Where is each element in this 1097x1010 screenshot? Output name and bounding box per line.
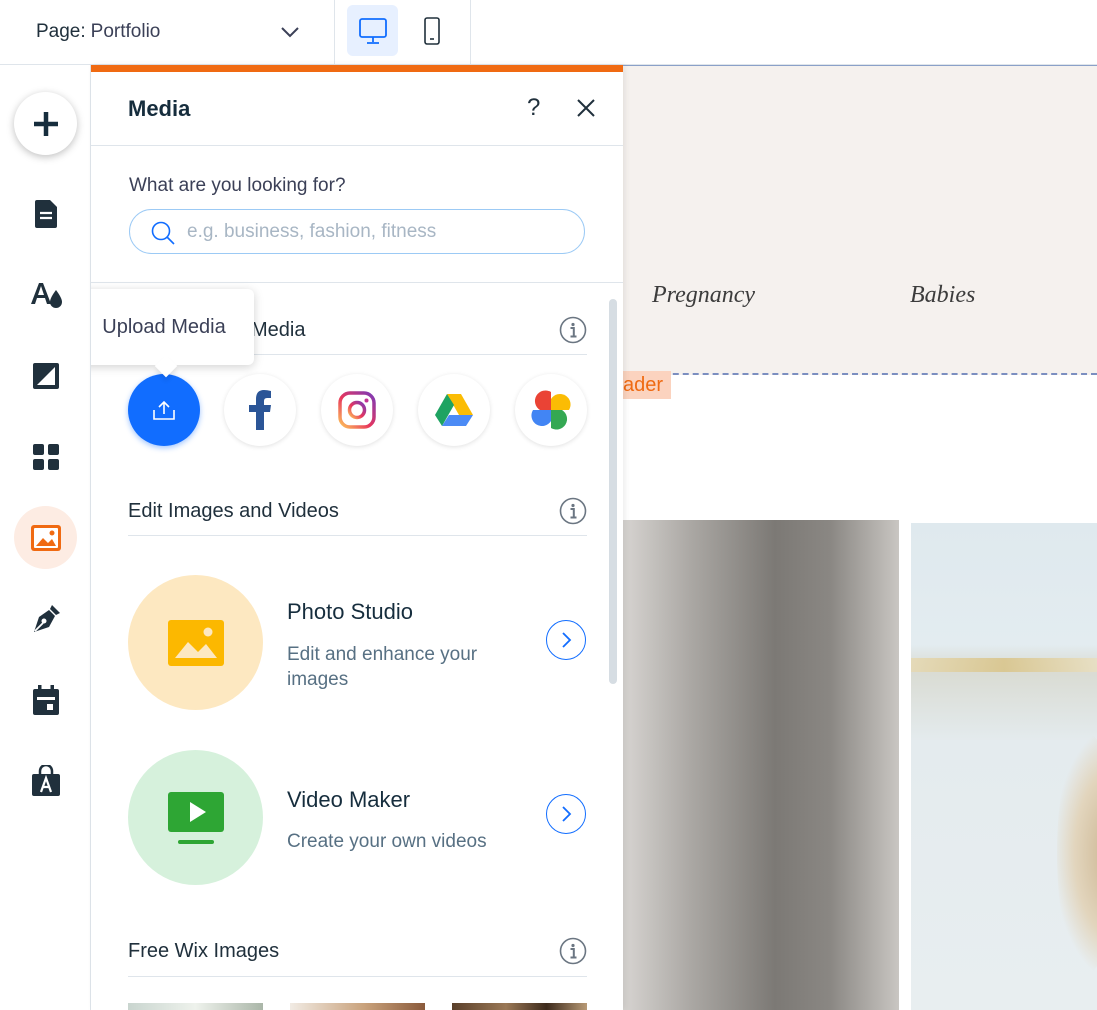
mobile-view-button[interactable] (406, 5, 457, 56)
device-switcher (335, 0, 471, 64)
header-section-tag[interactable]: ader (623, 371, 672, 399)
photo-studio-open-button[interactable] (546, 620, 586, 660)
desktop-icon (358, 17, 387, 44)
page-selector-prefix: Page: (36, 21, 86, 42)
video-maker-open-button[interactable] (546, 794, 586, 834)
photo-studio-title[interactable]: Photo Studio (287, 599, 413, 625)
free-image-thumb[interactable] (128, 1003, 263, 1010)
video-maker-icon (167, 791, 224, 844)
info-icon[interactable] (559, 497, 587, 525)
site-canvas[interactable]: Pregnancy Babies ader (623, 65, 1097, 1010)
chevron-right-icon (562, 806, 572, 822)
info-icon[interactable] (559, 937, 587, 965)
nav-link-babies[interactable]: Babies (910, 282, 975, 309)
free-images-section-title: Free Wix Images (128, 940, 280, 962)
apps-icon (32, 443, 59, 470)
google-photos-icon (531, 390, 571, 430)
upload-icon (153, 400, 175, 420)
bookings-button[interactable] (14, 668, 77, 731)
upload-media-button[interactable] (128, 374, 200, 446)
gallery-image[interactable] (623, 520, 899, 1010)
bookings-icon (32, 684, 59, 715)
photo-studio-desc: Edit and enhance your images (287, 644, 478, 690)
help-icon[interactable]: ? (527, 94, 540, 122)
chevron-right-icon (562, 632, 572, 648)
edit-section-title: Edit Images and Videos (128, 500, 339, 522)
media-panel: Media ? What are you looking for? Media … (91, 65, 623, 1010)
top-bar: Page: Portfolio (0, 0, 1097, 65)
page-selector-name: Portfolio (90, 21, 161, 42)
video-maker-title[interactable]: Video Maker (287, 787, 410, 813)
panel-header: Media ? (91, 72, 623, 146)
upload-section-title: Media (251, 319, 306, 341)
photo-studio-icon (167, 619, 224, 666)
media-icon (30, 524, 61, 551)
search-icon (151, 221, 175, 245)
divider (91, 282, 623, 283)
media-button[interactable] (14, 506, 77, 569)
upload-media-tooltip: Upload Media (91, 289, 254, 365)
info-icon[interactable] (559, 316, 587, 344)
search-label: What are you looking for? (129, 175, 346, 196)
video-maker-desc: Create your own videos (287, 831, 487, 852)
google-drive-source-button[interactable] (418, 374, 490, 446)
video-maker-thumb[interactable] (128, 750, 263, 885)
panel-scrollbar[interactable] (609, 299, 617, 684)
chevron-down-icon[interactable] (279, 21, 301, 43)
apps-button[interactable] (14, 425, 77, 488)
theme-button[interactable] (14, 263, 77, 326)
nav-link-pregnancy[interactable]: Pregnancy (652, 282, 755, 309)
instagram-source-button[interactable] (321, 374, 393, 446)
background-button[interactable] (14, 344, 77, 407)
section-divider (128, 976, 587, 977)
theme-icon (30, 282, 62, 308)
search-input[interactable] (187, 218, 567, 246)
blog-button[interactable] (14, 587, 77, 650)
site-header[interactable]: Pregnancy Babies (623, 65, 1097, 375)
panel-title: Media (128, 96, 191, 121)
google-photos-source-button[interactable] (515, 374, 587, 446)
blog-icon (33, 604, 60, 632)
pages-icon (34, 199, 57, 228)
desktop-view-button[interactable] (347, 5, 398, 56)
free-image-thumb[interactable] (290, 1003, 425, 1010)
store-button[interactable] (14, 749, 77, 812)
facebook-icon (249, 390, 271, 430)
page-selector[interactable]: Page: Portfolio (0, 0, 335, 64)
add-icon (33, 111, 58, 136)
mobile-icon (423, 16, 440, 45)
gallery-image[interactable] (911, 523, 1097, 1010)
image-detail (911, 658, 1097, 672)
background-icon (32, 362, 59, 389)
photo-studio-thumb[interactable] (128, 575, 263, 710)
search-box[interactable] (129, 209, 585, 254)
left-toolbar (0, 65, 91, 1010)
close-icon[interactable] (575, 97, 597, 119)
add-elements-button[interactable] (14, 92, 77, 155)
pages-button[interactable] (14, 182, 77, 245)
store-icon (31, 764, 60, 796)
section-divider (128, 535, 587, 536)
instagram-icon (338, 391, 376, 429)
free-image-thumb[interactable] (452, 1003, 587, 1010)
google-drive-icon (435, 394, 473, 426)
facebook-source-button[interactable] (224, 374, 296, 446)
image-detail (1057, 733, 1097, 973)
